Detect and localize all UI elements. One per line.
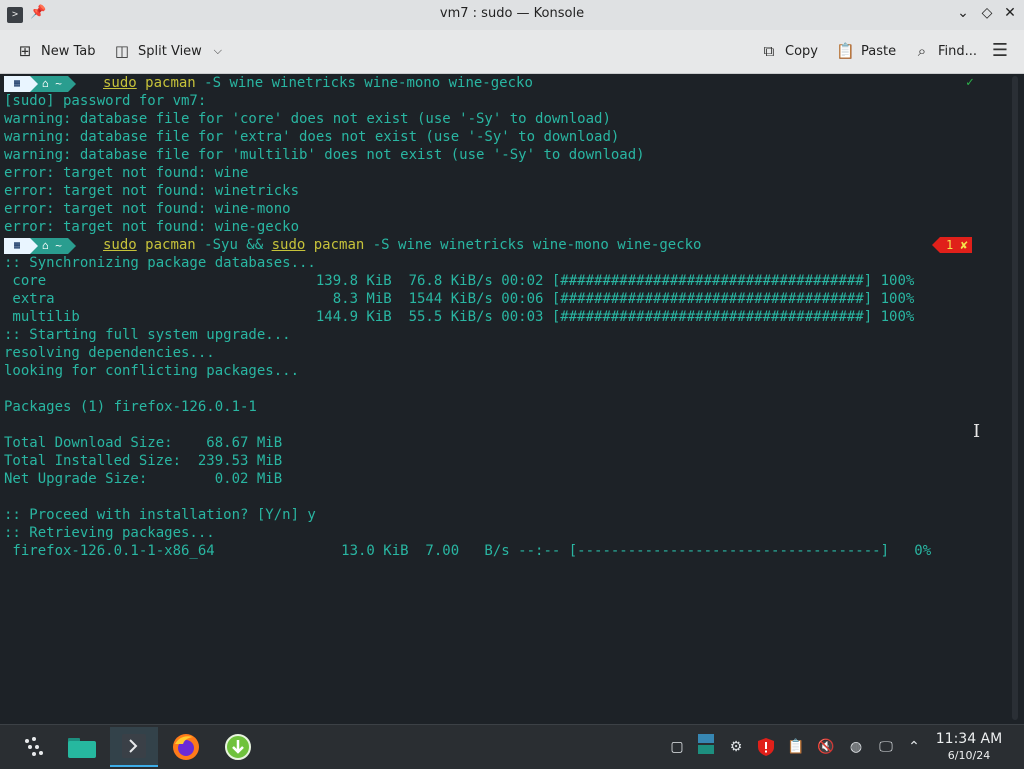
clipboard-icon[interactable]: 📋 — [786, 737, 806, 757]
security-alert-icon[interactable] — [756, 737, 776, 757]
copy-icon: ⧉ — [763, 42, 775, 60]
paste-label: Paste — [861, 43, 897, 59]
prompt-home: ~ — [55, 76, 62, 90]
prompt-dir: ⌂ ~ — [38, 237, 68, 254]
new-tab-icon: ⊞ — [18, 42, 32, 60]
output-line: core 139.8 KiB 76.8 KiB/s 00:02 [#######… — [4, 273, 915, 289]
launcher-icon — [25, 737, 43, 756]
volume-muted-icon[interactable]: 🔇 — [816, 737, 836, 757]
output-line: :: Retrieving packages... — [4, 525, 215, 541]
prompt-segment: ▦ ⌂ ~ — [4, 237, 76, 254]
prompt-dir: ⌂ ~ — [38, 75, 68, 92]
output-line: Total Download Size: 68.67 MiB — [4, 435, 283, 451]
show-desktop-icon[interactable]: ▢ — [667, 737, 687, 757]
konsole-task[interactable] — [110, 727, 158, 767]
output-line: resolving dependencies... — [4, 345, 215, 361]
output-line: extra 8.3 MiB 1544 KiB/s 00:06 [########… — [4, 291, 915, 307]
output-line: error: target not found: winetricks — [4, 183, 300, 199]
display-icon[interactable]: 🖵 — [876, 737, 896, 757]
taskbar: ▢ ⚙ 📋 🔇 ◍ 🖵 ⌃ — [0, 724, 1024, 769]
find-button[interactable]: ⌕ Find... — [913, 42, 977, 60]
maximize-button[interactable]: ◇ — [977, 5, 997, 21]
terminal-view[interactable]: ▦ ⌂ ~ sudo pacman -S wine winetricks wine… — [0, 74, 1024, 724]
output-line: :: Synchronizing package databases... — [4, 255, 316, 271]
cmd-sudo: sudo — [103, 237, 137, 253]
output-line: warning: database file for 'extra' does … — [4, 129, 620, 145]
chevron-down-icon: ⌵ — [213, 44, 222, 57]
output-line: warning: database file for 'multilib' do… — [4, 147, 645, 163]
paste-icon: 📋 — [836, 42, 855, 60]
paste-button[interactable]: 📋 Paste — [836, 42, 896, 60]
minimize-button[interactable]: ⌄ — [953, 5, 973, 21]
distro-logo-icon: ▦ — [4, 75, 30, 92]
prompt-segment: ▦ ⌂ ~ — [4, 75, 76, 92]
status-ok-icon: ✓ — [966, 75, 974, 90]
search-icon: ⌕ — [917, 42, 927, 60]
window-title: vm7 : sudo — Konsole — [439, 6, 585, 21]
text-cursor-icon: I — [973, 421, 981, 442]
status-error-badge: 1 ✘ — [932, 237, 972, 253]
output-line: firefox-126.0.1-1-x86_64 13.0 KiB 7.00 B… — [4, 543, 932, 559]
folder-icon — [68, 738, 96, 758]
hamburger-menu-icon: ☰ — [991, 40, 1009, 61]
clock-date[interactable]: 6/10/24 — [930, 749, 1008, 762]
cmd-sudo: sudo — [271, 237, 306, 253]
pager-icon — [698, 734, 714, 754]
file-manager-task[interactable] — [58, 727, 106, 767]
copy-label: Copy — [785, 43, 818, 59]
home-icon: ⌂ — [42, 238, 49, 252]
title-bar: > 📌 vm7 : sudo — Konsole ⌄ ◇ ✕ — [0, 0, 1024, 30]
output-line: warning: database file for 'core' does n… — [4, 111, 611, 127]
command-line-2: sudo pacman -Syu && sudo pacman -S wine … — [103, 236, 701, 254]
copy-button[interactable]: ⧉ Copy — [760, 42, 818, 60]
output-line: Net Upgrade Size: 0.02 MiB — [4, 471, 283, 487]
hamburger-menu-button[interactable]: ☰ — [991, 42, 1009, 60]
command-line-1: sudo pacman -S wine winetricks wine-mono… — [103, 74, 533, 92]
output-line: Packages (1) firefox-126.0.1-1 — [4, 399, 257, 415]
shield-icon — [758, 738, 774, 756]
output-line: :: Proceed with installation? [Y/n] y — [4, 507, 316, 523]
output-line: error: target not found: wine-gecko — [4, 219, 300, 235]
cmd-pacman: pacman — [145, 237, 196, 253]
output-line: looking for conflicting packages... — [4, 363, 300, 379]
prompt-home: ~ — [55, 238, 62, 252]
terminal-scrollbar[interactable] — [1012, 76, 1018, 720]
output-line: error: target not found: wine — [4, 165, 249, 181]
close-button[interactable]: ✕ — [1000, 5, 1020, 21]
output-line: Total Installed Size: 239.53 MiB — [4, 453, 283, 469]
application-launcher-button[interactable] — [10, 727, 58, 767]
software-updater-task[interactable] — [214, 727, 262, 767]
distro-logo-icon: ▦ — [4, 237, 30, 254]
toolbar: ⊞ New Tab ◫ Split View ⌵ ⧉ Copy 📋 Paste … — [0, 30, 1024, 74]
home-icon: ⌂ — [42, 76, 49, 90]
new-tab-button[interactable]: ⊞ New Tab — [16, 42, 96, 60]
cmd-pacman: pacman — [313, 237, 365, 253]
cmd-pacman: pacman — [145, 75, 196, 91]
new-tab-label: New Tab — [41, 43, 96, 59]
cmd-sudo: sudo — [103, 75, 137, 91]
split-view-label: Split View — [138, 43, 202, 59]
download-icon — [225, 734, 251, 760]
output-line: [sudo] password for vm7: — [4, 93, 207, 109]
error-code: 1 ✘ — [940, 237, 972, 253]
firefox-task[interactable] — [162, 727, 210, 767]
cmd-args: -S wine winetricks wine-mono wine-gecko — [364, 237, 702, 253]
terminal-icon — [122, 734, 146, 758]
network-sharing-icon[interactable]: ⚙ — [726, 737, 746, 757]
output-line: error: target not found: wine-mono — [4, 201, 291, 217]
network-icon[interactable]: ◍ — [846, 737, 866, 757]
cmd-args: -Syu && — [195, 237, 272, 253]
output-line: multilib 144.9 KiB 55.5 KiB/s 00:03 [###… — [4, 309, 915, 325]
chevron-up-icon[interactable]: ⌃ — [904, 737, 924, 757]
split-view-icon: ◫ — [114, 42, 130, 60]
clock-time[interactable]: 11:34 AM — [930, 731, 1008, 747]
split-view-button[interactable]: ◫ Split View ⌵ — [113, 42, 227, 60]
virtual-desktop-pager[interactable] — [696, 733, 716, 754]
firefox-icon — [173, 734, 199, 760]
cmd-args: -S wine winetricks wine-mono wine-gecko — [195, 75, 533, 91]
output-line: :: Starting full system upgrade... — [4, 327, 291, 343]
find-label: Find... — [938, 43, 978, 59]
